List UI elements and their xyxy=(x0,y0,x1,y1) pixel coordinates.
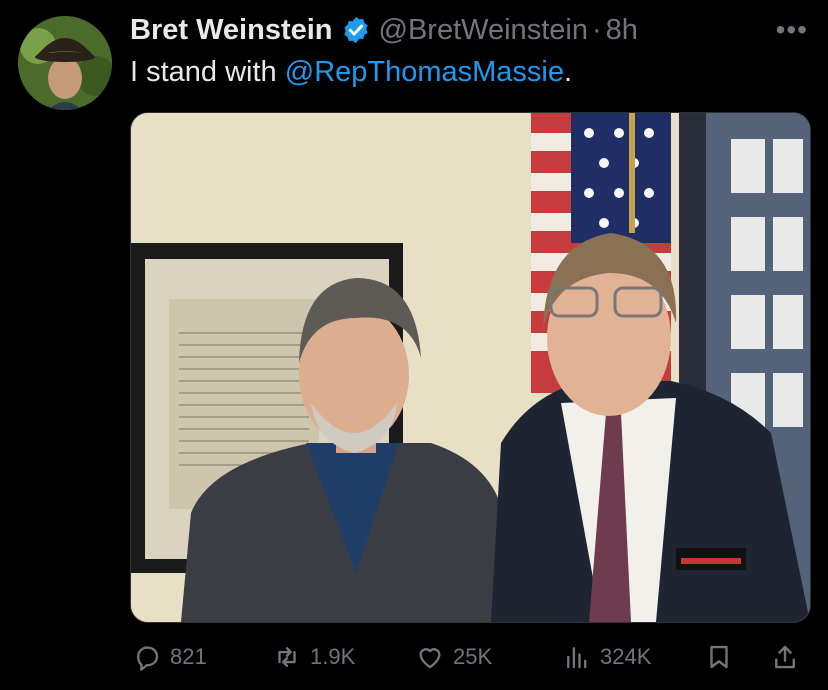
share-button[interactable] xyxy=(770,642,808,672)
like-icon xyxy=(415,642,453,672)
avatar[interactable] xyxy=(18,16,112,110)
author-name[interactable]: Bret Weinstein xyxy=(130,14,333,47)
views-icon xyxy=(562,642,600,672)
bookmark-icon xyxy=(704,642,742,672)
timestamp[interactable]: 8h xyxy=(606,14,638,47)
tweet-text-prefix: I stand with xyxy=(130,56,285,88)
repost-button[interactable]: 1.9K xyxy=(272,642,355,672)
more-icon[interactable]: ••• xyxy=(776,14,808,46)
reply-icon xyxy=(132,642,170,672)
separator-dot: · xyxy=(591,13,602,46)
bookmark-button[interactable] xyxy=(704,642,742,672)
reply-button[interactable]: 821 xyxy=(132,642,207,672)
photo-image xyxy=(131,113,810,622)
share-icon xyxy=(770,642,808,672)
verified-icon xyxy=(341,15,371,45)
author-handle[interactable]: @BretWeinstein xyxy=(379,14,588,47)
repost-icon xyxy=(272,642,310,672)
action-bar: 821 1.9K 25K 324K xyxy=(0,626,828,686)
repost-count: 1.9K xyxy=(310,644,356,669)
views-button[interactable]: 324K xyxy=(562,642,651,672)
like-count: 25K xyxy=(453,644,493,669)
avatar-image xyxy=(18,16,112,110)
tweet-text: I stand with @RepThomasMassie. xyxy=(130,56,572,89)
mention-link[interactable]: @RepThomasMassie xyxy=(285,56,564,88)
reply-count: 821 xyxy=(170,644,207,669)
tweet-photo[interactable] xyxy=(130,112,811,623)
views-count: 324K xyxy=(600,644,652,669)
tweet-header: Bret Weinstein @BretWeinstein · 8h xyxy=(130,12,638,48)
tweet-text-suffix: . xyxy=(564,56,573,88)
like-button[interactable]: 25K xyxy=(415,642,492,672)
